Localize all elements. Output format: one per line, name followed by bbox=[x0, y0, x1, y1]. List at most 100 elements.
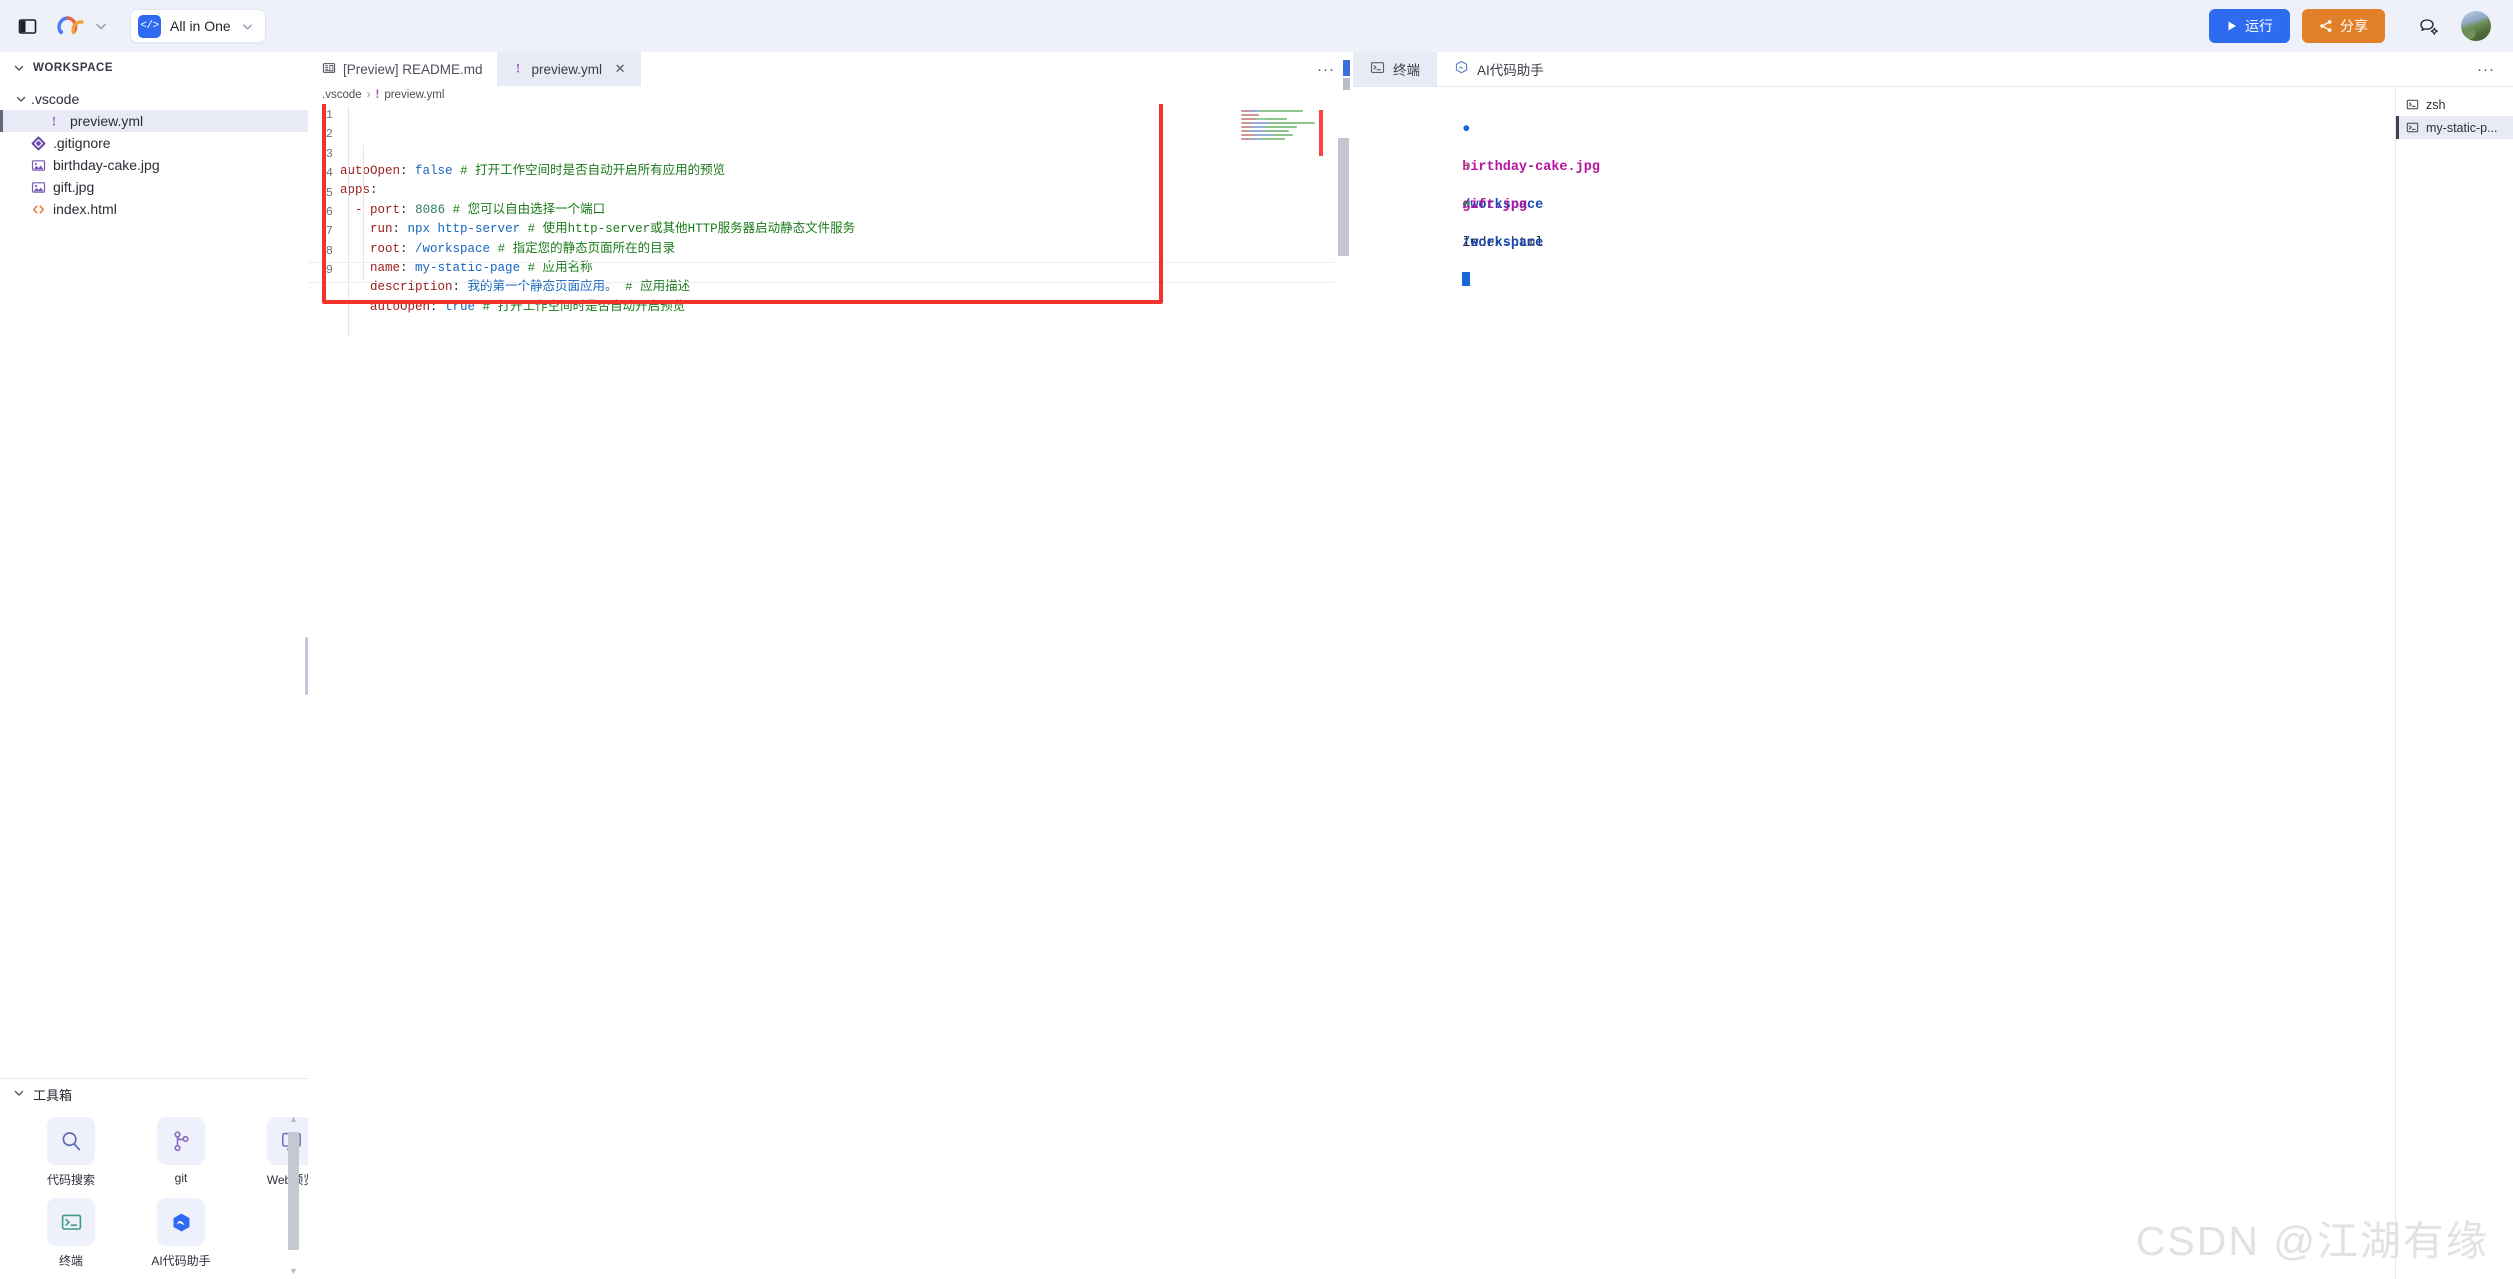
ai-assistant-icon bbox=[157, 1198, 205, 1246]
code-token: : bbox=[393, 222, 408, 236]
minimap-cursor bbox=[1319, 110, 1323, 156]
panel-layout-icon[interactable] bbox=[14, 13, 40, 39]
code-line: - port: 8086 # 您可以自由选择一个端口 bbox=[340, 201, 1353, 220]
code-line bbox=[340, 317, 1353, 336]
line-number: 4 bbox=[308, 164, 333, 183]
tool-terminal[interactable]: 终端 bbox=[30, 1198, 112, 1269]
code-token bbox=[520, 261, 528, 275]
code-token bbox=[520, 222, 528, 236]
tool-label: AI代码助手 bbox=[151, 1252, 210, 1269]
scroll-up-arrow-icon[interactable]: ▲ bbox=[289, 1115, 298, 1123]
code-editor[interactable]: 1 2 3 4 5 6 7 8 9 autoOpen: false # 打开工作… bbox=[308, 104, 1353, 1279]
terminal-session-zsh[interactable]: zsh bbox=[2396, 93, 2513, 116]
share-nodes-icon bbox=[2319, 19, 2333, 33]
code-line: root: /workspace # 指定您的静态页面所在的目录 bbox=[340, 240, 1353, 259]
workspace-section-header[interactable]: WORKSPACE bbox=[0, 52, 308, 84]
code-token bbox=[445, 203, 453, 217]
code-token bbox=[453, 164, 461, 178]
image-icon bbox=[30, 157, 46, 173]
code-token: npx http-server bbox=[408, 222, 521, 236]
chevron-down-icon bbox=[14, 92, 28, 106]
terminal-icon bbox=[1370, 60, 1385, 78]
status-dot-filled: ● bbox=[1462, 122, 1470, 137]
breadcrumb-root[interactable]: .vscode bbox=[322, 89, 362, 101]
scroll-marker bbox=[1343, 60, 1350, 76]
tool-label: 代码搜索 bbox=[47, 1171, 95, 1188]
tree-item-index-html[interactable]: index.html bbox=[0, 198, 308, 220]
terminal-more-actions[interactable]: ··· bbox=[2477, 52, 2513, 86]
share-button[interactable]: 分享 bbox=[2302, 9, 2385, 43]
terminal-session-my-static-page[interactable]: my-static-p... bbox=[2396, 116, 2513, 139]
editor-minimap[interactable] bbox=[1241, 110, 1329, 156]
code-token: run bbox=[370, 222, 393, 236]
tab-terminal[interactable]: 终端 bbox=[1353, 52, 1437, 86]
user-avatar[interactable] bbox=[2461, 11, 2491, 41]
scrollbar-thumb[interactable] bbox=[288, 1132, 299, 1251]
editor-tab-preview-yml[interactable]: ! preview.yml ✕ bbox=[497, 52, 642, 86]
tool-ai-assistant[interactable]: AI代码助手 bbox=[140, 1198, 222, 1269]
toolbox-title: 工具箱 bbox=[33, 1085, 72, 1104]
code-line: autoOpen: true # 打开工作空间时是否自动开启预览 bbox=[340, 298, 1353, 317]
tool-label: 终端 bbox=[59, 1252, 83, 1269]
scrollbar-track[interactable] bbox=[288, 1126, 299, 1264]
code-token: 8086 bbox=[415, 203, 445, 217]
close-icon[interactable]: ✕ bbox=[613, 61, 627, 77]
chevron-down-icon bbox=[12, 1086, 26, 1103]
terminal-prompt-line: ○ ➜ /workspace bbox=[1365, 139, 2395, 158]
chevron-down-icon bbox=[12, 61, 26, 75]
yaml-icon: ! bbox=[47, 113, 63, 129]
tab-ai-assistant[interactable]: AI代码助手 bbox=[1437, 52, 1561, 86]
code-token: : bbox=[400, 242, 415, 256]
tree-item-gift-jpg[interactable]: gift.jpg bbox=[0, 176, 308, 198]
code-token: # 打开工作空间时是否自动开启预览 bbox=[483, 300, 686, 314]
chat-bubble-icon[interactable] bbox=[2415, 13, 2441, 39]
terminal-icon bbox=[47, 1198, 95, 1246]
scroll-down-arrow-icon[interactable]: ▼ bbox=[289, 1267, 298, 1275]
tree-item-birthday-cake-jpg[interactable]: birthday-cake.jpg bbox=[0, 154, 308, 176]
code-text[interactable]: autoOpen: false # 打开工作空间时是否自动开启所有应用的预览ap… bbox=[340, 106, 1353, 337]
git-icon bbox=[30, 135, 46, 151]
line-number: 8 bbox=[308, 242, 333, 261]
top-header-bar: </> All in One 运行 分享 bbox=[0, 0, 2513, 52]
editor-tabbar: [Preview] README.md ! preview.yml ✕ ··· bbox=[308, 52, 1353, 86]
code-inner: 1 2 3 4 5 6 7 8 9 autoOpen: false # 打开工作… bbox=[308, 104, 1353, 337]
app-logo[interactable] bbox=[56, 13, 108, 39]
code-line: apps: bbox=[340, 181, 1353, 200]
code-token bbox=[340, 300, 370, 314]
terminal-icon bbox=[2405, 121, 2419, 135]
prompt-arrow-icon: ➜ bbox=[1462, 198, 1470, 213]
toolbox-grid-wrapper: 代码搜索 git bbox=[0, 1109, 308, 1279]
tree-item-gitignore[interactable]: .gitignore bbox=[0, 132, 308, 154]
code-token: autoOpen bbox=[340, 164, 400, 178]
project-name: All in One bbox=[170, 18, 231, 34]
terminal-icon bbox=[2405, 98, 2419, 112]
tree-item-preview-yml[interactable]: ! preview.yml bbox=[0, 110, 308, 132]
tool-code-search[interactable]: 代码搜索 bbox=[30, 1117, 112, 1188]
session-label: zsh bbox=[2426, 98, 2445, 112]
breadcrumb-separator: › bbox=[367, 89, 371, 101]
code-token: : bbox=[370, 183, 378, 197]
editor-tab-readme-preview[interactable]: [Preview] README.md bbox=[308, 52, 497, 86]
editor-vertical-scrollbar[interactable] bbox=[1338, 138, 1349, 256]
tab-label: AI代码助手 bbox=[1477, 59, 1544, 79]
terminal-file-name: gift.jpg bbox=[1462, 198, 1527, 213]
code-token: name bbox=[370, 261, 400, 275]
terminal-body: ● ➜ /workspace ls birthday-cake.jpg gift… bbox=[1353, 86, 2513, 1279]
toolbox-scrollbar[interactable]: ▲ ▼ bbox=[287, 1115, 300, 1275]
tree-item-vscode[interactable]: .vscode bbox=[0, 88, 308, 110]
line-number-gutter: 1 2 3 4 5 6 7 8 9 bbox=[308, 106, 340, 337]
play-icon bbox=[2226, 20, 2238, 32]
toolbox-header[interactable]: 工具箱 bbox=[0, 1079, 308, 1109]
code-token: # 您可以自由选择一个端口 bbox=[453, 203, 606, 217]
app-root: </> All in One 运行 分享 bbox=[0, 0, 2513, 1279]
file-tree: .vscode ! preview.yml bbox=[0, 84, 308, 1078]
terminal-panel: 终端 AI代码助手 ··· ● bbox=[1353, 52, 2513, 1279]
tool-git[interactable]: git bbox=[140, 1117, 222, 1188]
breadcrumb-file[interactable]: preview.yml bbox=[384, 89, 444, 101]
code-line: run: npx http-server # 使用http-server或其他H… bbox=[340, 220, 1353, 239]
code-token: root bbox=[370, 242, 400, 256]
terminal-output[interactable]: ● ➜ /workspace ls birthday-cake.jpg gift… bbox=[1353, 87, 2395, 1279]
tree-item-label: .gitignore bbox=[53, 135, 111, 151]
run-button[interactable]: 运行 bbox=[2209, 9, 2290, 43]
project-selector[interactable]: </> All in One bbox=[130, 9, 266, 43]
